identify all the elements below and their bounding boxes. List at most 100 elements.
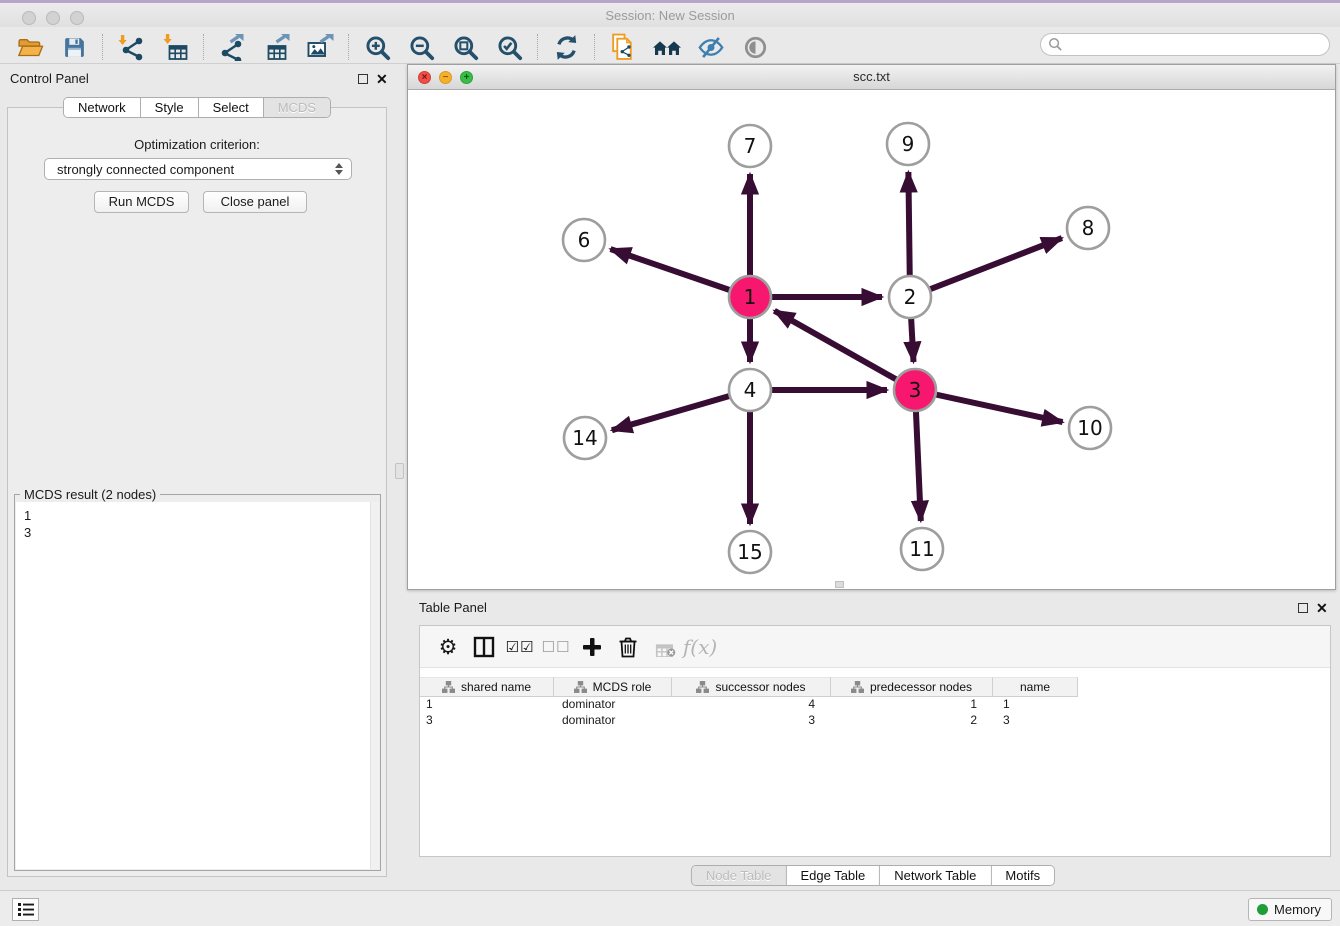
zoom-selected-icon[interactable] (494, 32, 524, 62)
status-bar: Memory (0, 890, 1340, 926)
export-image-icon[interactable] (305, 32, 335, 62)
mcds-result-title: MCDS result (2 nodes) (20, 487, 160, 502)
svg-text:2: 2 (904, 285, 917, 309)
split-columns-icon[interactable] (471, 634, 497, 660)
table-cell[interactable]: dominator (554, 697, 672, 713)
float-panel-icon[interactable] (358, 74, 368, 84)
node-1[interactable]: 1 (729, 276, 771, 318)
table-cell[interactable]: 1 (831, 697, 993, 713)
edge-2-8[interactable] (910, 238, 1062, 297)
column-header-successor-nodes[interactable]: successor nodes (672, 677, 831, 697)
run-mcds-button[interactable]: Run MCDS (94, 191, 189, 213)
control-panel-title: Control Panel (10, 71, 89, 86)
tab-motifs[interactable]: Motifs (991, 866, 1054, 885)
import-table-icon[interactable] (160, 32, 190, 62)
houses-icon[interactable] (652, 32, 682, 62)
memory-status-icon (1257, 904, 1268, 915)
table-row[interactable]: 1dominator411 (420, 697, 1330, 713)
node-14[interactable]: 14 (564, 417, 606, 459)
table-panel-buttons: ✕ (1298, 603, 1328, 613)
table-cell[interactable]: 1 (420, 697, 554, 713)
mcds-result-text[interactable]: 13 (16, 502, 370, 869)
optimization-criterion-label: Optimization criterion: (0, 137, 394, 152)
table-row[interactable]: 3dominator323 (420, 713, 1330, 729)
tab-mcds[interactable]: MCDS (264, 98, 330, 117)
mcds-result-group: MCDS result (2 nodes) 13 (14, 494, 381, 871)
node-11[interactable]: 11 (901, 528, 943, 570)
table-panel-body: ⚙☑☑☐☐f(x) shared nameMCDS rolesuccessor … (419, 625, 1331, 857)
criterion-value: strongly connected component (57, 162, 234, 177)
node-6[interactable]: 6 (563, 219, 605, 261)
column-header-shared-name[interactable]: shared name (420, 677, 554, 697)
table-cell[interactable]: 3 (420, 713, 554, 729)
table-cell[interactable]: 3 (672, 713, 831, 729)
toolbar-separator (594, 34, 595, 60)
column-header-predecessor-nodes[interactable]: predecessor nodes (831, 677, 993, 697)
table-cell[interactable]: 3 (993, 713, 1078, 729)
result-scrollbar[interactable] (370, 502, 379, 869)
node-8[interactable]: 8 (1067, 207, 1109, 249)
tab-network[interactable]: Network (64, 98, 141, 117)
gear-icon[interactable]: ⚙ (435, 634, 461, 660)
eye-icon[interactable] (740, 32, 770, 62)
save-icon[interactable] (59, 32, 89, 62)
svg-text:7: 7 (744, 134, 757, 158)
mcds-result-line: 3 (24, 524, 370, 541)
node-4[interactable]: 4 (729, 369, 771, 411)
titlebar: Session: New Session (0, 0, 1340, 27)
export-table-icon[interactable] (261, 32, 291, 62)
criterion-select[interactable]: strongly connected component (44, 158, 352, 180)
node-3[interactable]: 3 (894, 369, 936, 411)
close-panel-icon[interactable]: ✕ (376, 74, 388, 84)
node-9[interactable]: 9 (887, 123, 929, 165)
table-toolbar: ⚙☑☑☐☐f(x) (420, 626, 1330, 668)
node-15[interactable]: 15 (729, 531, 771, 573)
tab-node-table[interactable]: Node Table (692, 866, 787, 885)
tab-style[interactable]: Style (141, 98, 199, 117)
close-table-panel-icon[interactable]: ✕ (1316, 603, 1328, 613)
trash-icon[interactable] (615, 634, 641, 660)
canvas-resize-handle[interactable] (835, 581, 844, 588)
add-plus-icon[interactable] (579, 634, 605, 660)
open-folder-icon[interactable] (15, 32, 45, 62)
network-window-titlebar[interactable]: × − + scc.txt (408, 65, 1335, 90)
zoom-in-icon[interactable] (362, 32, 392, 62)
zoom-out-icon[interactable] (406, 32, 436, 62)
control-panel-buttons: ✕ (358, 74, 388, 84)
table-cell[interactable]: dominator (554, 713, 672, 729)
table-cell[interactable]: 1 (993, 697, 1078, 713)
tab-select[interactable]: Select (199, 98, 264, 117)
close-panel-button[interactable]: Close panel (203, 191, 307, 213)
select-all-icon[interactable]: ☑☑ (507, 634, 533, 660)
zoom-fit-icon[interactable] (450, 32, 480, 62)
node-10[interactable]: 10 (1069, 407, 1111, 449)
table-cell[interactable]: 4 (672, 697, 831, 713)
column-header-name[interactable]: name (993, 677, 1078, 697)
edge-3-10[interactable] (915, 390, 1063, 422)
hierarchy-icon (574, 681, 587, 693)
table-tabs: Node TableEdge TableNetwork TableMotifs (691, 865, 1055, 886)
eye-slash-icon[interactable] (696, 32, 726, 62)
export-network-icon[interactable] (217, 32, 247, 62)
tab-network-table[interactable]: Network Table (880, 866, 991, 885)
node-7[interactable]: 7 (729, 125, 771, 167)
deselect-all-icon[interactable]: ☐☐ (543, 634, 569, 660)
memory-button[interactable]: Memory (1248, 898, 1332, 921)
search-input[interactable] (1063, 35, 1329, 54)
column-header-MCDS-role[interactable]: MCDS role (554, 677, 672, 697)
task-history-button[interactable] (12, 898, 39, 921)
import-network-icon[interactable] (116, 32, 146, 62)
hierarchy-icon (442, 681, 455, 693)
application-window: Session: New Session Control Panel ✕ Net… (0, 0, 1340, 926)
svg-text:11: 11 (909, 537, 934, 561)
node-2[interactable]: 2 (889, 276, 931, 318)
new-network-file-icon[interactable] (608, 32, 638, 62)
float-table-panel-icon[interactable] (1298, 603, 1308, 613)
toolbar-separator (348, 34, 349, 60)
splitter-handle[interactable] (395, 463, 404, 479)
table-cell[interactable]: 2 (831, 713, 993, 729)
refresh-icon[interactable] (551, 32, 581, 62)
edge-3-1[interactable] (774, 311, 915, 390)
network-canvas[interactable]: 7 9 6 8 1 2 4 3 14 10 15 11 (408, 90, 1335, 589)
tab-edge-table[interactable]: Edge Table (786, 866, 880, 885)
